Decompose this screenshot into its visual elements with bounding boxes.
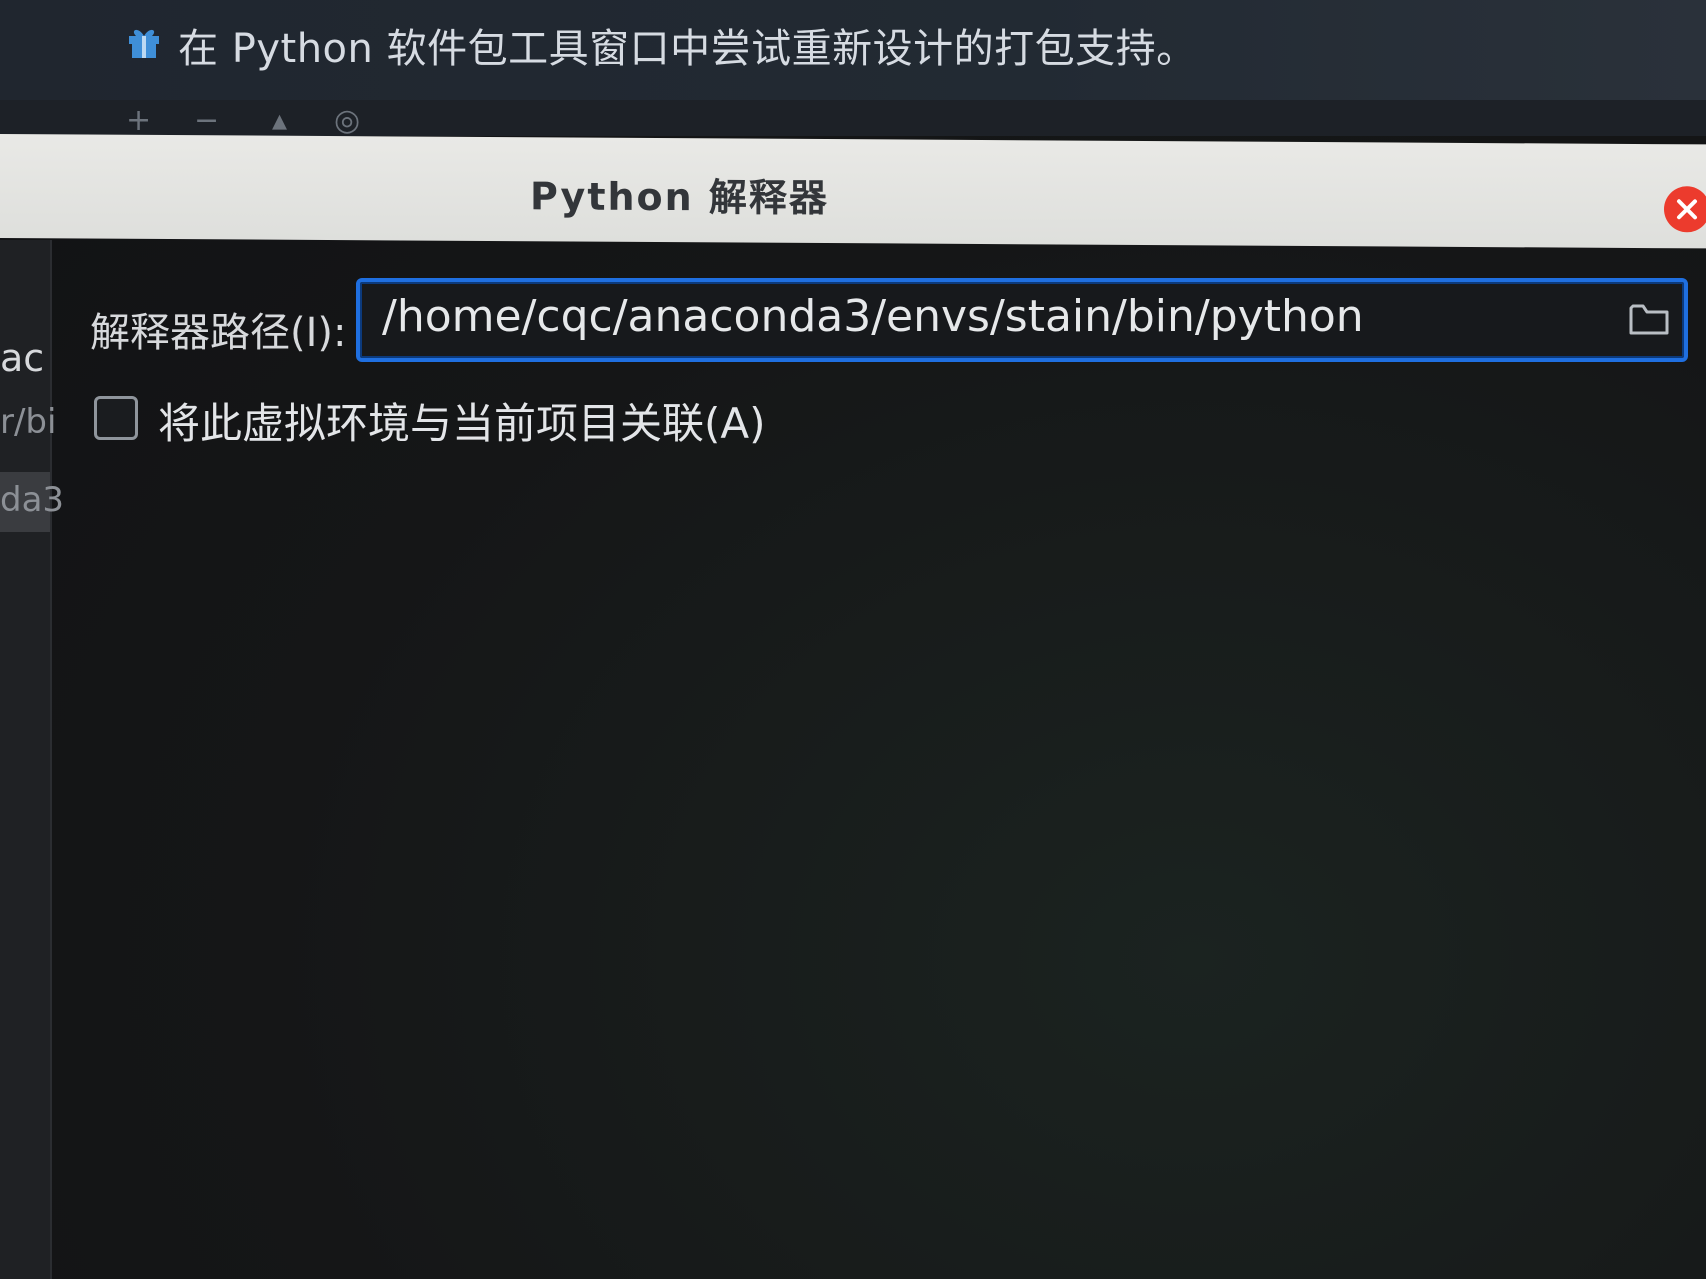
interpreter-path-value: /home/cqc/anaconda3/envs/stain/bin/pytho… bbox=[382, 291, 1364, 342]
python-interpreter-dialog: Python 解释器 ac r/bi da3 解释器路径(I): /home/c… bbox=[0, 134, 1706, 1279]
folder-icon[interactable] bbox=[1628, 300, 1670, 338]
list-item: ac bbox=[0, 336, 45, 380]
interpreter-path-label: 解释器路径(I): bbox=[90, 310, 347, 356]
associate-env-checkbox[interactable] bbox=[94, 396, 138, 440]
dialog-body: 解释器路径(I): /home/cqc/anaconda3/envs/stain… bbox=[52, 242, 1706, 1279]
add-icon: + bbox=[126, 103, 152, 138]
notification-banner: 在 Python 软件包工具窗口中尝试重新设计的打包支持。 bbox=[0, 0, 1706, 100]
list-item: r/bi bbox=[0, 402, 57, 442]
dialog-title: Python 解释器 bbox=[530, 174, 829, 221]
associate-env-label[interactable]: 将此虚拟环境与当前项目关联(A) bbox=[158, 390, 766, 451]
background-interpreter-list: ac r/bi da3 bbox=[0, 240, 64, 1279]
banner-text: 在 Python 软件包工具窗口中尝试重新设计的打包支持。 bbox=[178, 26, 1197, 72]
background-toolbar: + − ▴ ◎ bbox=[0, 100, 1706, 136]
screen: 在 Python 软件包工具窗口中尝试重新设计的打包支持。 + − ▴ ◎ Py… bbox=[0, 0, 1706, 1279]
close-button[interactable] bbox=[1664, 186, 1706, 233]
dialog-titlebar: Python 解释器 bbox=[0, 134, 1706, 249]
interpreter-path-input[interactable]: /home/cqc/anaconda3/envs/stain/bin/pytho… bbox=[356, 278, 1688, 362]
up-icon: ▴ bbox=[272, 103, 288, 138]
settings-icon: ◎ bbox=[334, 103, 361, 138]
close-icon bbox=[1677, 199, 1697, 220]
gift-icon bbox=[129, 29, 159, 58]
remove-icon: − bbox=[194, 103, 220, 138]
